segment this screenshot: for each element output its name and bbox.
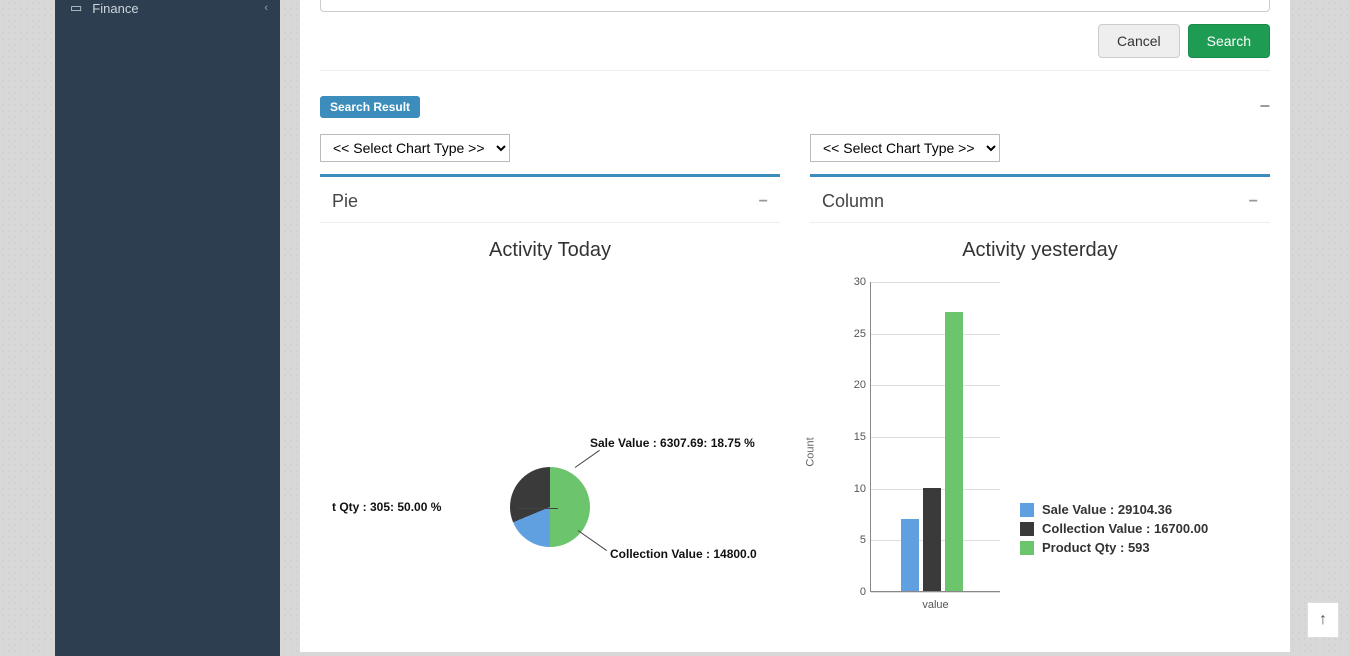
column-chart: Count 051015202530 value Sale Value : 29…: [810, 272, 1270, 632]
search-result-badge: Search Result: [320, 96, 420, 118]
result-panel-header: Search Result −: [320, 96, 1270, 118]
legend-swatch: [1020, 541, 1034, 555]
column-legend: Sale Value : 29104.36 Collection Value : …: [1020, 502, 1208, 632]
pie-chart: Sale Value : 6307.69: 18.75 % Collection…: [320, 272, 780, 592]
select-chart-type-left[interactable]: << Select Chart Type >>: [320, 134, 510, 162]
pie-graphic: [510, 467, 590, 547]
y-tick: 30: [854, 276, 866, 288]
y-tick: 25: [854, 328, 866, 340]
select-chart-type-right[interactable]: << Select Chart Type >>: [810, 134, 1000, 162]
sidebar-item-label: Finance: [92, 1, 138, 16]
briefcase-icon: ▭: [70, 0, 82, 16]
y-axis-label: Count: [805, 437, 817, 466]
legend-label: Product Qty : 593: [1042, 540, 1150, 555]
y-tick: 5: [860, 534, 866, 546]
x-axis-label: value: [922, 599, 948, 611]
pie-slice-label-collection: Collection Value : 14800.0: [610, 547, 757, 561]
column-card-heading: Column: [822, 191, 884, 212]
pie-card-heading: Pie: [332, 191, 358, 212]
legend-swatch: [1020, 503, 1034, 517]
scroll-top-button[interactable]: ↑: [1307, 602, 1339, 638]
filter-bar: [320, 0, 1270, 12]
y-tick: 0: [860, 586, 866, 598]
y-tick: 15: [854, 431, 866, 443]
sidebar-item-finance[interactable]: ▭ Finance ‹: [55, 0, 280, 26]
y-tick: 10: [854, 483, 866, 495]
collapse-icon[interactable]: −: [1259, 96, 1270, 117]
legend-label: Collection Value : 16700.00: [1042, 521, 1208, 536]
y-axis: 051015202530: [840, 282, 870, 592]
action-row: Cancel Search: [320, 12, 1270, 71]
pie-slice-label-sale: Sale Value : 6307.69: 18.75 %: [590, 436, 755, 450]
legend-item: Sale Value : 29104.36: [1020, 502, 1208, 517]
search-button[interactable]: Search: [1188, 24, 1270, 58]
legend-swatch: [1020, 522, 1034, 536]
y-tick: 20: [854, 379, 866, 391]
legend-label: Sale Value : 29104.36: [1042, 502, 1172, 517]
column-bar: [901, 519, 919, 591]
column-chart-card: Column − Activity yesterday Count 051015…: [810, 174, 1270, 632]
sidebar: ▭ Finance ‹: [55, 0, 280, 656]
pie-slice-label-qty: t Qty : 305: 50.00 %: [332, 500, 441, 514]
pie-chart-title: Activity Today: [320, 223, 780, 272]
pie-chart-card: Pie − Activity Today Sale Value : 6307.6…: [320, 174, 780, 592]
cancel-button[interactable]: Cancel: [1098, 24, 1180, 58]
column-chart-title: Activity yesterday: [810, 223, 1270, 272]
column-bar: [945, 312, 963, 591]
legend-item: Collection Value : 16700.00: [1020, 521, 1208, 536]
legend-item: Product Qty : 593: [1020, 540, 1208, 555]
collapse-icon[interactable]: −: [759, 193, 768, 211]
chevron-left-icon: ‹: [264, 2, 268, 14]
column-bar: [923, 488, 941, 591]
column-plot: value: [870, 282, 1000, 592]
collapse-icon[interactable]: −: [1249, 193, 1258, 211]
main-content: Cancel Search Search Result − << Select …: [300, 0, 1290, 652]
